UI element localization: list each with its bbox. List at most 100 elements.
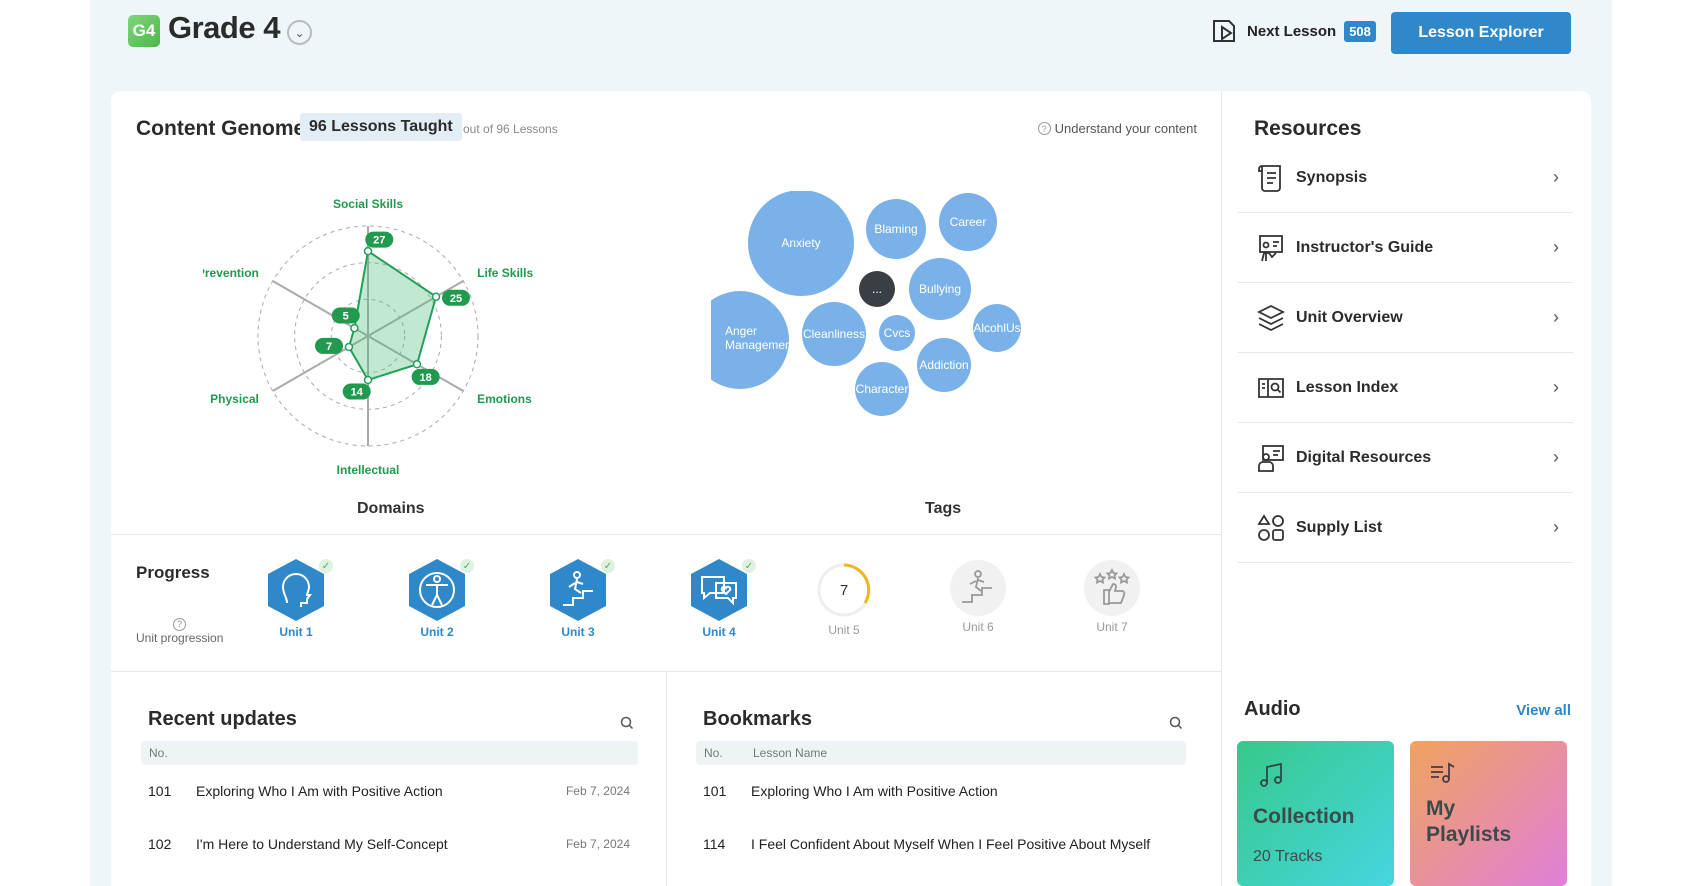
unit-1[interactable]: ✓ Unit 1 [261, 557, 333, 639]
search-icon[interactable] [1168, 715, 1184, 731]
unit-6[interactable]: Unit 6 [943, 557, 1013, 634]
svg-text:...: ... [872, 282, 882, 296]
lesson-date: Feb 7, 2024 [565, 784, 630, 798]
content-card: Content Genome 96 Lessons Taught out of … [111, 91, 1221, 886]
unit-label: Unit 4 [702, 625, 736, 639]
tag-more[interactable]: ... [859, 271, 895, 307]
col-lesson-name: Lesson Name [753, 746, 828, 760]
collection-title: Collection [1253, 805, 1355, 828]
presenter-icon [1254, 231, 1288, 265]
next-lesson-button[interactable]: Next Lesson 508 [1211, 18, 1376, 44]
col-no: No. [149, 746, 168, 760]
svg-text:Anger: Anger [725, 324, 757, 338]
lessons-taught-badge: 96 Lessons Taught [300, 113, 462, 141]
unit-label: Unit 7 [1096, 620, 1128, 634]
svg-text:Anxiety: Anxiety [781, 236, 820, 250]
resources-title: Resources [1254, 117, 1362, 140]
resource-label: Synopsis [1296, 168, 1368, 186]
check-icon: ✓ [742, 559, 756, 573]
recent-table-header: No. [141, 741, 638, 765]
tag-anger-management[interactable]: AngerManagement [711, 291, 796, 389]
resource-synopsis[interactable]: Synopsis › [1238, 143, 1573, 213]
tag-blaming[interactable]: Blaming [866, 199, 926, 259]
tag-career[interactable]: Career [939, 193, 997, 251]
check-icon: ✓ [460, 559, 474, 573]
unit-5[interactable]: 7 Unit 5 [809, 557, 879, 637]
lesson-no: 101 [148, 783, 172, 799]
chevron-down-icon: ⌄ [294, 25, 305, 40]
radar-value-label: 14 [351, 387, 364, 399]
radar-axis-label: Life Skills [477, 266, 533, 280]
unit-2[interactable]: ✓ Unit 2 [402, 557, 474, 639]
radar-axis-label: Physical [210, 392, 259, 406]
svg-text:Management: Management [725, 338, 796, 352]
svg-text:Career: Career [950, 215, 987, 229]
chevron-right-icon: › [1553, 167, 1559, 187]
panel-divider [666, 671, 667, 886]
radar-point [344, 342, 354, 352]
tag-cleanliness[interactable]: Cleanliness [802, 302, 866, 366]
svg-text:Blaming: Blaming [874, 222, 917, 236]
table-row[interactable]: 114 I Feel Confident About Myself When I… [703, 836, 1183, 852]
understand-content-link[interactable]: ? Understand your content [1037, 121, 1197, 136]
stairs-icon [962, 570, 992, 603]
unit-3[interactable]: ✓ Unit 3 [543, 557, 615, 639]
resource-label: Unit Overview [1296, 308, 1403, 326]
lesson-name: Exploring Who I Am with Positive Action [751, 783, 998, 799]
check-icon: ✓ [319, 559, 333, 573]
col-no: No. [704, 746, 723, 760]
radar-axis-label: Emotions [477, 392, 532, 406]
table-row[interactable]: 101 Exploring Who I Am with Positive Act… [703, 783, 1183, 799]
unit-progression-help[interactable]: ? Unit progression [136, 616, 223, 645]
my-playlists-card[interactable]: My Playlists [1410, 741, 1567, 886]
tag-character[interactable]: Character [855, 362, 909, 416]
unit-label: Unit 5 [828, 623, 860, 637]
collection-count: 20 Tracks [1253, 848, 1323, 865]
table-row[interactable]: 101 Exploring Who I Am with Positive Act… [148, 783, 630, 799]
tag-alcohlus[interactable]: AlcohlUs [973, 304, 1021, 352]
lesson-name: Exploring Who I Am with Positive Action [196, 783, 443, 799]
radar-point [350, 323, 359, 333]
chevron-right-icon: › [1553, 237, 1559, 257]
page: G4 Grade 4 ⌄ Next Lesson 508 Lesson Expl… [90, 0, 1612, 886]
unit-3-badge: ✓ [547, 557, 615, 623]
lesson-explorer-button[interactable]: Lesson Explorer [1391, 12, 1571, 54]
unit-label: Unit 2 [420, 625, 454, 639]
tag-bullying[interactable]: Bullying [909, 258, 971, 320]
video-play-icon [1213, 20, 1235, 42]
search-icon[interactable] [619, 715, 635, 731]
svg-text:AlcohlUs: AlcohlUs [973, 321, 1020, 335]
radar-point [363, 375, 373, 385]
chevron-right-icon: › [1553, 377, 1559, 397]
unit-1-badge: ✓ [265, 557, 333, 623]
chevron-right-icon: › [1553, 307, 1559, 327]
collection-card[interactable]: Collection 20 Tracks [1237, 741, 1394, 886]
progress-title: Progress [136, 563, 210, 582]
thumbs-up-stars-icon [1093, 568, 1131, 605]
bookmarks-title: Bookmarks [703, 708, 812, 730]
resource-supply-list[interactable]: Supply List › [1238, 493, 1573, 563]
table-row[interactable]: 102 I'm Here to Understand My Self-Conce… [148, 836, 630, 852]
unit-7[interactable]: Unit 7 [1077, 557, 1147, 634]
radar-point [412, 360, 422, 369]
resource-instructors-guide[interactable]: Instructor's Guide › [1238, 213, 1573, 283]
bookmarks-table-header: No. Lesson Name [696, 741, 1186, 765]
tag-addiction[interactable]: Addiction [917, 338, 971, 392]
layers-icon [1254, 301, 1288, 335]
grade-dropdown-button[interactable]: ⌄ [287, 20, 312, 45]
lesson-no: 114 [703, 836, 726, 852]
resource-label: Supply List [1296, 518, 1383, 536]
resource-label: Instructor's Guide [1296, 238, 1434, 256]
unit-5-value: 7 [840, 582, 848, 599]
unit-4[interactable]: ✓ Unit 4 [684, 557, 756, 639]
resource-unit-overview[interactable]: Unit Overview › [1238, 283, 1573, 353]
radar-area [347, 249, 438, 382]
resource-lesson-index[interactable]: Lesson Index › [1238, 353, 1573, 423]
audio-view-all-link[interactable]: View all [1516, 702, 1571, 719]
tag-anxiety[interactable]: Anxiety [748, 191, 854, 296]
tag-cvcs[interactable]: Cvcs [879, 315, 915, 351]
resource-digital-resources[interactable]: Digital Resources › [1238, 423, 1573, 493]
playlists-title-line1: My [1426, 797, 1456, 820]
chevron-right-icon: › [1553, 517, 1559, 537]
unit-label: Unit 3 [561, 625, 595, 639]
